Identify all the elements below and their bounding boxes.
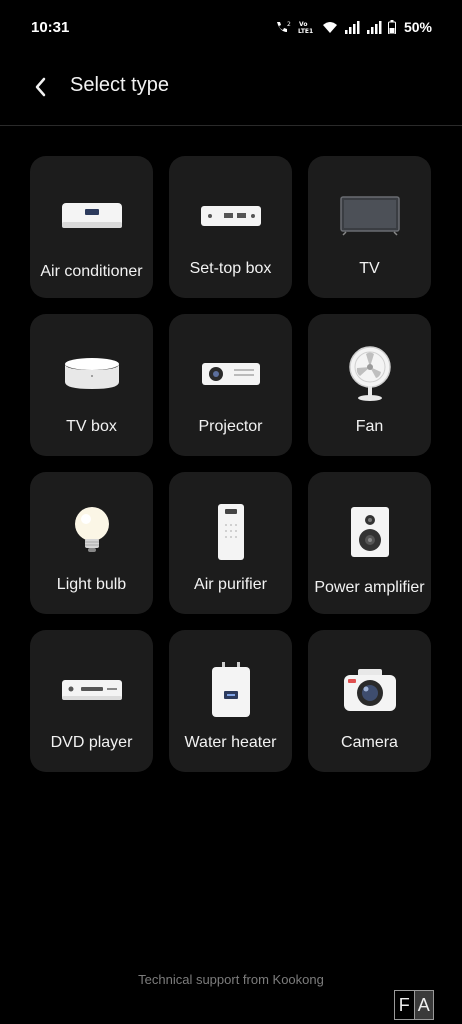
- device-tile-camera[interactable]: Camera: [308, 630, 431, 772]
- device-label: Water heater: [184, 734, 277, 751]
- svg-text:Vo: Vo: [299, 21, 307, 28]
- device-label: Camera: [341, 734, 398, 751]
- device-label: DVD player: [50, 734, 133, 751]
- signal-icon: [344, 20, 360, 34]
- camera-icon: [308, 660, 431, 720]
- page-title: Select type: [70, 74, 169, 96]
- air-conditioner-icon: [30, 186, 153, 246]
- chevron-left-icon: [33, 76, 47, 103]
- light-bulb-icon: [30, 502, 153, 562]
- device-tile-air-conditioner[interactable]: Air conditioner: [30, 156, 153, 298]
- device-tile-fan[interactable]: Fan: [308, 314, 431, 456]
- status-time: 10:31: [31, 19, 70, 36]
- fa-badge: F A: [394, 990, 434, 1020]
- device-label: TV box: [66, 418, 117, 435]
- device-label: Air conditioner: [40, 263, 143, 280]
- water-heater-icon: [169, 660, 292, 720]
- device-tile-tv[interactable]: TV: [308, 156, 431, 298]
- wifi-icon: [322, 21, 338, 34]
- status-bar: 10:31 2 Vo LTE1 50%: [0, 0, 462, 56]
- set-top-box-icon: [169, 186, 292, 246]
- device-tile-set-top-box[interactable]: Set-top box: [169, 156, 292, 298]
- device-tile-light-bulb[interactable]: Light bulb: [30, 472, 153, 614]
- power-amplifier-icon: [308, 502, 431, 562]
- device-tile-dvd-player[interactable]: DVD player: [30, 630, 153, 772]
- device-label: Set-top box: [189, 260, 272, 277]
- svg-text:2: 2: [287, 21, 291, 28]
- wifi-calling-icon: 2: [274, 20, 292, 34]
- fan-icon: [308, 344, 431, 404]
- svg-text:LTE1: LTE1: [298, 28, 313, 34]
- battery-icon: [387, 20, 396, 34]
- app-header: Select type: [0, 56, 462, 126]
- battery-percentage: 50%: [403, 19, 432, 35]
- air-purifier-icon: [169, 502, 292, 562]
- device-label: TV: [359, 260, 380, 277]
- device-label: Fan: [355, 418, 384, 435]
- dvd-player-icon: [30, 660, 153, 720]
- device-tile-water-heater[interactable]: Water heater: [169, 630, 292, 772]
- device-label: Light bulb: [56, 576, 127, 593]
- device-type-grid: Air conditioner Set-top box TV TV box Pr…: [30, 156, 432, 772]
- device-tile-power-amplifier[interactable]: Power amplifier: [308, 472, 431, 614]
- badge-right-letter: A: [413, 991, 433, 1019]
- back-button[interactable]: [24, 73, 56, 105]
- status-icons: 2 Vo LTE1 50%: [274, 19, 432, 35]
- projector-icon: [169, 344, 292, 404]
- device-label: Power amplifier: [314, 579, 425, 596]
- device-tile-air-purifier[interactable]: Air purifier: [169, 472, 292, 614]
- tv-icon: [308, 186, 431, 246]
- device-tile-projector[interactable]: Projector: [169, 314, 292, 456]
- signal-icon: [366, 20, 382, 34]
- tv-box-icon: [30, 344, 153, 404]
- device-label: Projector: [198, 418, 263, 435]
- device-label: Air purifier: [194, 576, 267, 593]
- volte-icon: Vo LTE1: [298, 20, 316, 34]
- device-tile-tv-box[interactable]: TV box: [30, 314, 153, 456]
- badge-left-letter: F: [398, 994, 410, 1015]
- technical-support-text: Technical support from Kookong: [138, 972, 324, 987]
